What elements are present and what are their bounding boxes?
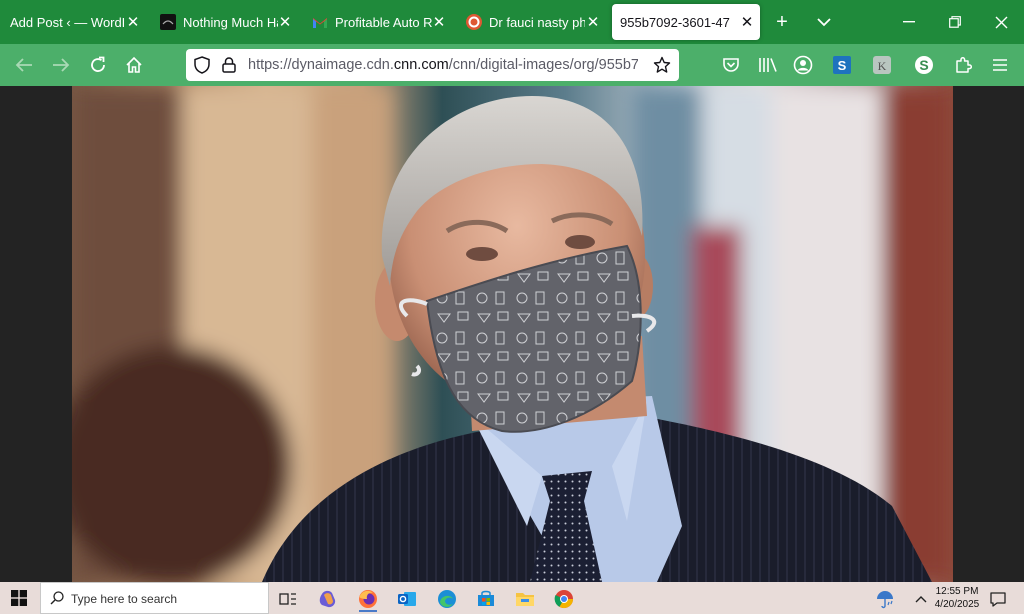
close-icon[interactable]: ✕ bbox=[276, 13, 294, 31]
address-bar[interactable]: https://dynaimage.cdn.cnn.com/cnn/digita… bbox=[186, 49, 679, 81]
windows-taskbar: Type here to search 12:55 PM 4/20/2025 bbox=[0, 582, 1024, 614]
extensions-puzzle-icon[interactable] bbox=[949, 51, 977, 79]
windows-start-icon[interactable] bbox=[4, 584, 34, 611]
list-all-tabs-chevron-icon[interactable] bbox=[814, 12, 834, 32]
extension-s-circle-icon[interactable]: S bbox=[910, 51, 938, 79]
pocket-icon[interactable] bbox=[717, 51, 745, 79]
search-placeholder: Type here to search bbox=[71, 592, 178, 606]
tab-title: Nothing Much Ha bbox=[183, 14, 278, 30]
svg-text:S: S bbox=[838, 58, 847, 73]
copilot-icon[interactable] bbox=[313, 585, 343, 612]
edge-icon[interactable] bbox=[432, 585, 462, 612]
file-explorer-icon[interactable] bbox=[510, 585, 540, 612]
close-icon[interactable]: ✕ bbox=[124, 13, 142, 31]
system-clock[interactable]: 12:55 PM 4/20/2025 bbox=[928, 585, 986, 611]
firefox-icon[interactable] bbox=[353, 585, 383, 612]
image-viewer bbox=[0, 86, 1024, 582]
close-icon[interactable]: ✕ bbox=[430, 13, 448, 31]
taskbar-search-box[interactable]: Type here to search bbox=[40, 582, 269, 614]
back-arrow-icon[interactable] bbox=[10, 51, 38, 79]
close-icon[interactable]: ✕ bbox=[738, 13, 756, 31]
restore-icon[interactable] bbox=[944, 12, 966, 32]
microsoft-store-icon[interactable] bbox=[471, 585, 501, 612]
navigation-toolbar: https://dynaimage.cdn.cnn.com/cnn/digita… bbox=[0, 44, 1024, 86]
app-menu-hamburger-icon[interactable] bbox=[986, 51, 1014, 79]
extension-s-blue-icon[interactable]: S bbox=[828, 51, 856, 79]
library-icon[interactable] bbox=[754, 51, 782, 79]
task-view-icon[interactable] bbox=[273, 585, 303, 612]
tab-image-active[interactable]: 955b7092-3601-4769- ✕ bbox=[612, 4, 760, 40]
bookmark-star-icon[interactable] bbox=[653, 56, 671, 79]
chrome-icon[interactable] bbox=[549, 585, 579, 612]
close-window-icon[interactable] bbox=[990, 12, 1012, 32]
photo-masked-man[interactable] bbox=[72, 86, 953, 582]
url-text[interactable]: https://dynaimage.cdn.cnn.com/cnn/digita… bbox=[248, 57, 638, 73]
tab-gmail[interactable]: Profitable Auto Re ✕ bbox=[312, 4, 452, 40]
duckduckgo-icon bbox=[466, 14, 482, 30]
weather-umbrella-icon[interactable] bbox=[870, 585, 900, 612]
clock-time: 12:55 PM bbox=[935, 586, 979, 597]
outlook-icon[interactable] bbox=[392, 585, 422, 612]
tab-title: Profitable Auto Re bbox=[335, 14, 433, 30]
tab-nothing-much[interactable]: Nothing Much Ha ✕ bbox=[160, 4, 298, 40]
tracking-protection-shield-icon[interactable] bbox=[194, 56, 210, 79]
search-icon bbox=[50, 591, 64, 610]
home-icon[interactable] bbox=[120, 51, 148, 79]
tab-wordpress[interactable]: Add Post ‹ — WordPress ✕ bbox=[6, 4, 146, 40]
close-icon[interactable]: ✕ bbox=[584, 13, 602, 31]
svg-text:S: S bbox=[919, 57, 928, 73]
tab-title: Add Post ‹ — WordPress bbox=[10, 14, 124, 30]
tab-title: 955b7092-3601-4769- bbox=[620, 14, 730, 30]
tab-duckduckgo[interactable]: Dr fauci nasty pho ✕ bbox=[466, 4, 606, 40]
gmail-icon bbox=[312, 14, 328, 30]
extension-k-icon[interactable]: K bbox=[868, 51, 896, 79]
minimize-icon[interactable] bbox=[898, 12, 920, 32]
lock-icon[interactable] bbox=[222, 57, 236, 78]
url-host: cnn.com bbox=[393, 57, 449, 73]
url-prefix: https://dynaimage.cdn. bbox=[248, 57, 394, 73]
forward-arrow-icon[interactable] bbox=[47, 51, 75, 79]
notifications-icon[interactable] bbox=[983, 585, 1013, 612]
account-avatar-icon[interactable] bbox=[789, 51, 817, 79]
tab-strip: Add Post ‹ — WordPress ✕ Nothing Much Ha… bbox=[0, 0, 1024, 44]
new-tab-icon[interactable]: + bbox=[772, 11, 792, 33]
tab-title: Dr fauci nasty pho bbox=[489, 14, 585, 30]
reload-icon[interactable] bbox=[84, 51, 112, 79]
clock-date: 4/20/2025 bbox=[934, 599, 980, 610]
site-favicon-icon bbox=[160, 14, 176, 30]
url-path: /cnn/digital-images/org/955b7092 bbox=[448, 57, 638, 73]
svg-text:K: K bbox=[878, 59, 887, 73]
